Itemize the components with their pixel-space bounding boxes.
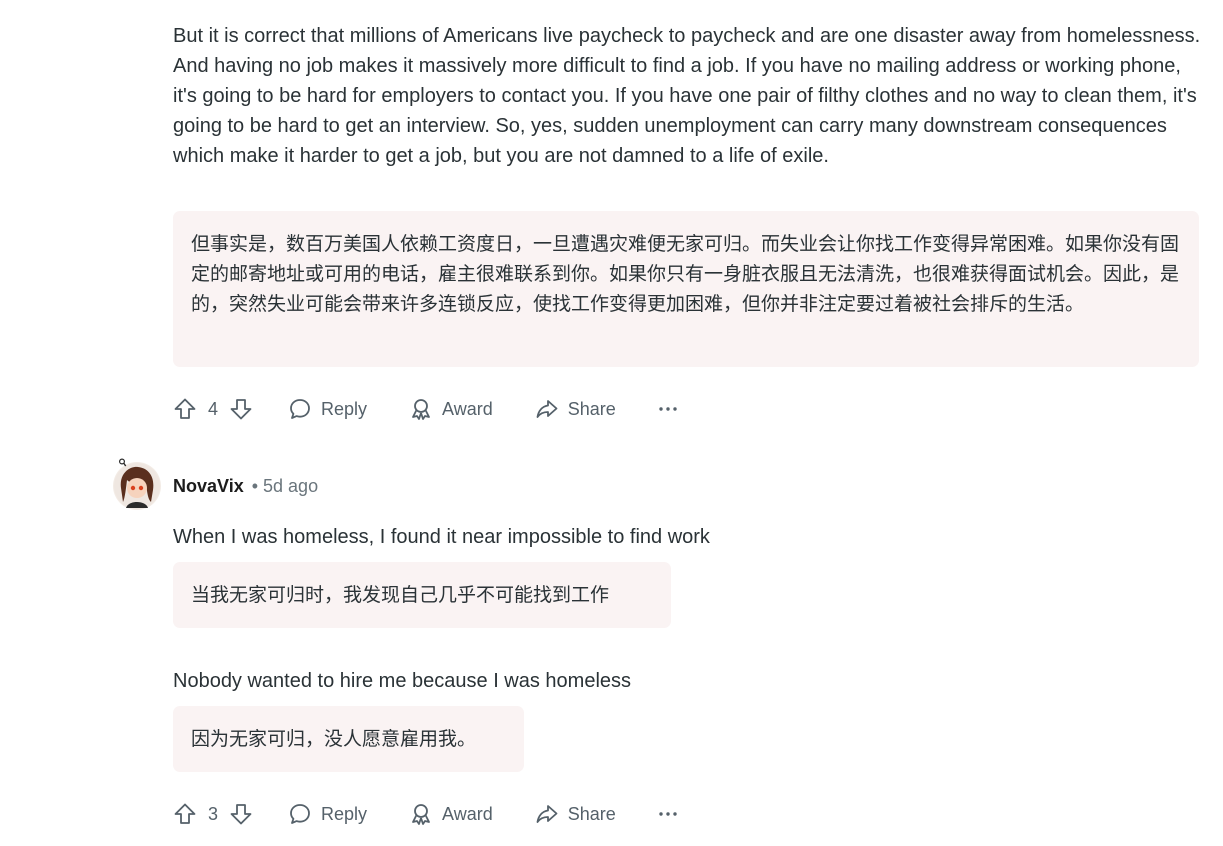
share-label: Share xyxy=(567,803,616,824)
comment-body: But it is correct that millions of Ameri… xyxy=(173,25,1201,167)
comment-translation: 当我无家可归时，我发现自己几乎不可能找到工作 xyxy=(173,562,671,628)
downvote-icon[interactable] xyxy=(228,396,254,422)
award-icon xyxy=(412,804,430,825)
downvote-icon[interactable] xyxy=(228,801,254,827)
share-button[interactable]: Share xyxy=(535,802,616,826)
comment-timestamp[interactable]: • 5d ago xyxy=(252,476,318,497)
comment-author-row: NovaVix • 5d ago xyxy=(113,458,318,510)
upvote-icon[interactable] xyxy=(172,801,198,827)
vote-group: 3 xyxy=(172,801,254,827)
vote-score: 3 xyxy=(208,803,219,824)
vote-group: 4 xyxy=(172,396,254,422)
reply-button[interactable]: Reply xyxy=(288,397,367,421)
avatar[interactable] xyxy=(113,458,161,510)
award-icon xyxy=(412,399,430,420)
username[interactable]: NovaVix xyxy=(173,476,244,497)
comment-action-bar: 3 Reply Award Share xyxy=(172,794,678,834)
comment-translation: 但事实是，数百万美国人依赖工资度日，一旦遭遇灾难便无家可归。而失业会让你找工作变… xyxy=(173,211,1199,367)
comment-body: Nobody wanted to hire me because I was h… xyxy=(173,670,632,692)
share-label: Share xyxy=(567,398,616,419)
reply-icon xyxy=(290,804,310,824)
more-options-button[interactable] xyxy=(658,811,678,817)
comment-body: When I was homeless, I found it near imp… xyxy=(173,526,710,548)
share-button[interactable]: Share xyxy=(535,397,616,421)
reply-icon xyxy=(290,399,310,419)
share-icon xyxy=(536,400,558,418)
comment-translation: 因为无家可归，没人愿意雇用我。 xyxy=(173,706,524,772)
vote-score: 4 xyxy=(208,398,219,419)
more-icon xyxy=(659,812,677,816)
more-options-button[interactable] xyxy=(658,406,678,412)
award-button[interactable]: Award xyxy=(409,802,493,826)
more-icon xyxy=(659,407,677,411)
share-icon xyxy=(536,805,558,823)
reply-button[interactable]: Reply xyxy=(288,802,367,826)
upvote-icon[interactable] xyxy=(172,396,198,422)
award-button[interactable]: Award xyxy=(409,397,493,421)
award-label: Award xyxy=(442,803,493,824)
reply-label: Reply xyxy=(321,398,368,419)
reply-label: Reply xyxy=(321,803,368,824)
comment-action-bar: 4 Reply Award Share xyxy=(172,389,678,429)
award-label: Award xyxy=(442,398,493,419)
